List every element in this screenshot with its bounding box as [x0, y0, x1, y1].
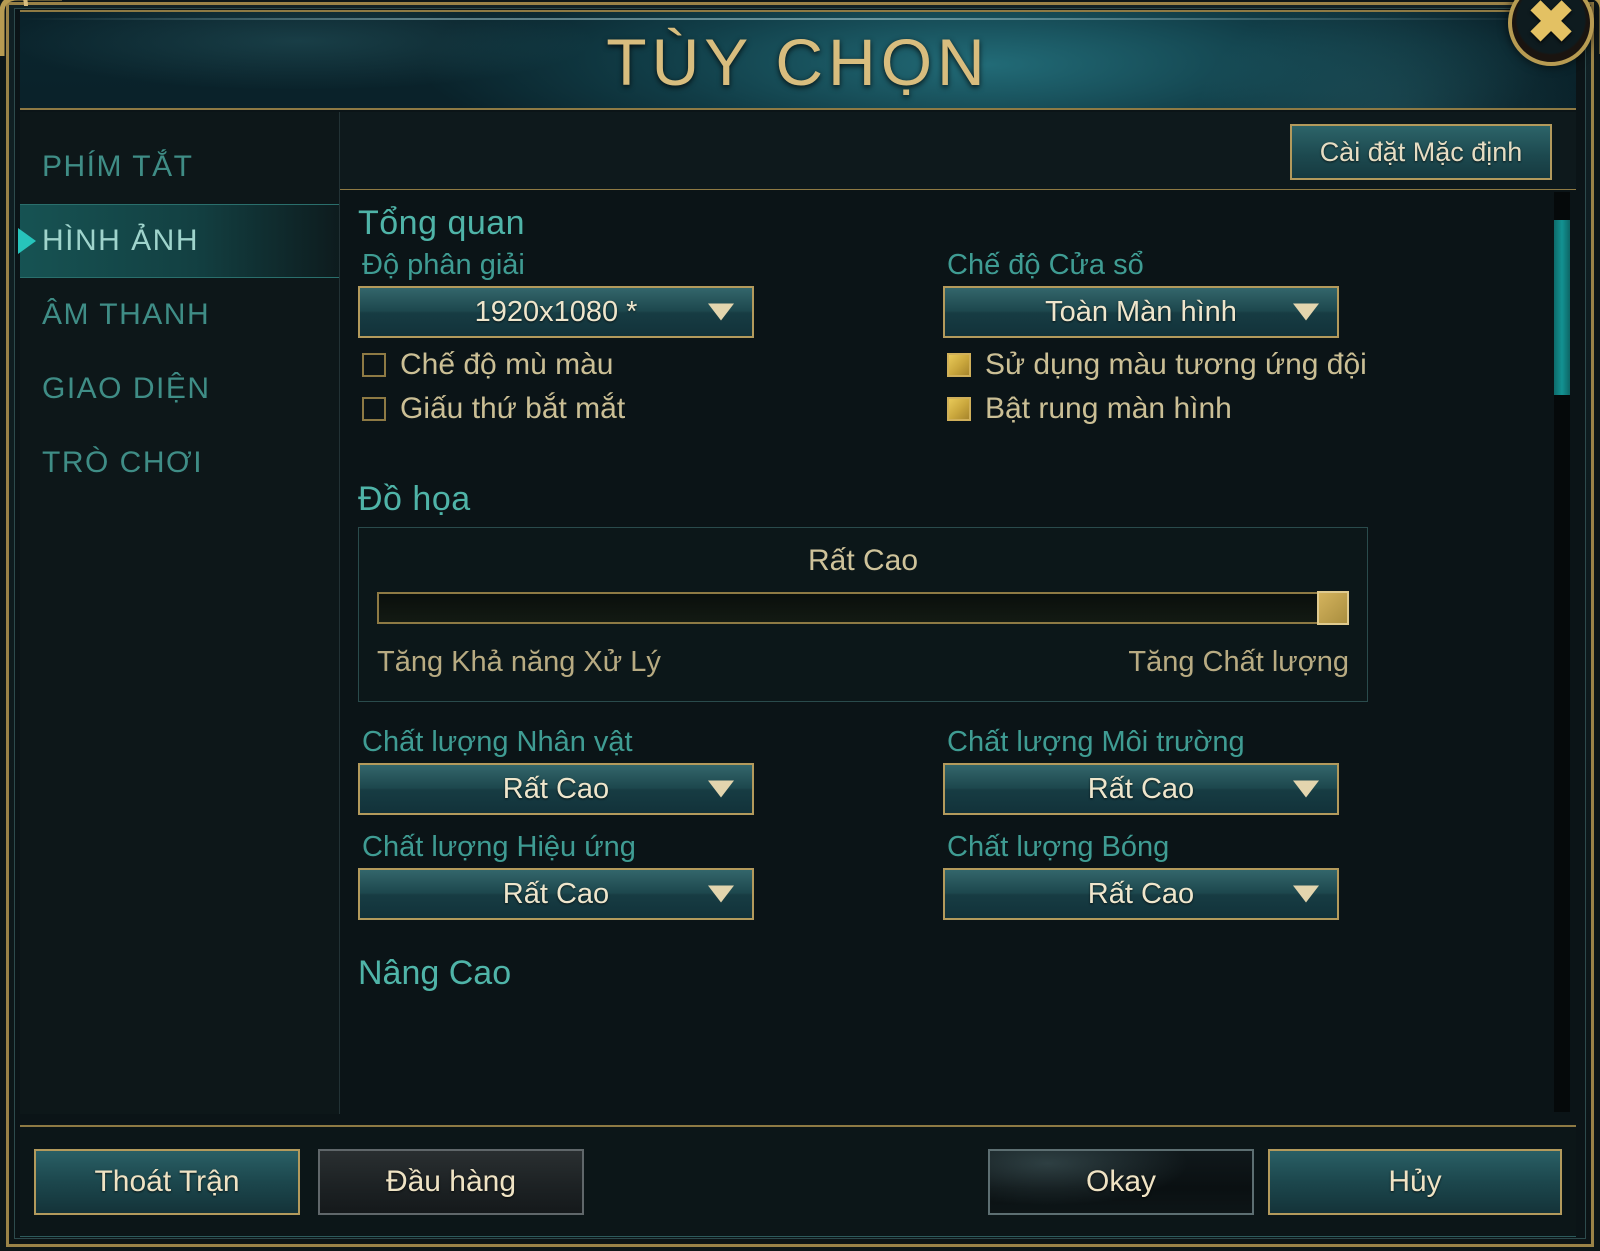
sidebar: PHÍM TẮT HÌNH ẢNH ÂM THANH GIAO DIỆN TRÒ… [18, 112, 340, 1114]
resolution-dropdown[interactable]: 1920x1080 * [358, 286, 754, 338]
quality-dropdown-grid: Chất lượng Nhân vật Rất Cao Chất lượng M… [358, 724, 1530, 920]
cancel-button[interactable]: Hủy [1268, 1149, 1562, 1215]
effects-quality-label: Chất lượng Hiệu ứng [362, 831, 636, 863]
sidebar-item-video[interactable]: HÌNH ẢNH [18, 204, 339, 278]
scrollbar-thumb[interactable] [1554, 220, 1570, 395]
selection-arrow-icon [18, 228, 36, 254]
sidebar-item-label: GIAO DIỆN [42, 372, 211, 405]
character-quality-dropdown[interactable]: Rất Cao [358, 763, 754, 815]
checkbox-indicator [362, 397, 386, 421]
window-mode-dropdown[interactable]: Toàn Màn hình [943, 286, 1339, 338]
close-icon: ✖ [1526, 0, 1576, 55]
quality-cell-effects: Chất lượng Hiệu ứng Rất Cao [358, 829, 943, 920]
sidebar-item-audio[interactable]: ÂM THANH [20, 278, 339, 352]
sidebar-item-hotkeys[interactable]: PHÍM TẮT [20, 130, 339, 204]
settings-scroll-region: Tổng quan Độ phân giải 1920x1080 * Chế đ… [340, 190, 1576, 1114]
okay-button[interactable]: Okay [988, 1149, 1254, 1215]
checkbox-label: Giấu thứ bắt mắt [400, 392, 626, 425]
slider-endpoint-labels: Tăng Khả năng Xử Lý Tăng Chất lượng [377, 646, 1349, 679]
resolution-label: Độ phân giải [362, 249, 525, 281]
window-mode-value: Toàn Màn hình [1045, 295, 1237, 328]
checkbox-label: Bật rung màn hình [985, 392, 1232, 425]
checkbox-indicator [947, 397, 971, 421]
page-title: TÙY CHỌN [606, 25, 990, 99]
checkbox-screen-shake[interactable]: Bật rung màn hình [943, 392, 1523, 426]
quality-cell-character: Chất lượng Nhân vật Rất Cao [358, 724, 943, 815]
slider-handle[interactable] [1317, 591, 1349, 625]
exit-match-button[interactable]: Thoát Trận [34, 1149, 300, 1215]
content-header: Cài đặt Mặc định [340, 112, 1576, 190]
character-quality-value: Rất Cao [502, 772, 610, 805]
chevron-down-icon [708, 885, 734, 903]
options-window: TÙY CHỌN ✖ PHÍM TẮT HÌNH ẢNH ÂM THANH GI… [0, 0, 1600, 1251]
resolution-value: 1920x1080 * [474, 295, 638, 328]
graphics-slider-value: Rất Cao [807, 544, 919, 577]
title-banner: TÙY CHỌN [20, 10, 1576, 110]
section-title-advanced: Nâng Cao [358, 954, 512, 992]
surrender-button[interactable]: Đầu hàng [318, 1149, 584, 1215]
options-body: PHÍM TẮT HÌNH ẢNH ÂM THANH GIAO DIỆN TRÒ… [18, 112, 1576, 1114]
overview-column-left: Độ phân giải 1920x1080 * Chế độ mù màu G… [358, 247, 938, 426]
character-quality-label: Chất lượng Nhân vật [362, 726, 633, 758]
slider-label-performance: Tăng Khả năng Xử Lý [377, 646, 661, 678]
checkbox-label: Sử dụng màu tương ứng đội [985, 348, 1367, 381]
graphics-quality-panel: Rất Cao Tăng Khả năng Xử Lý Tăng Chất lư… [358, 527, 1368, 702]
environment-quality-value: Rất Cao [1087, 772, 1195, 805]
checkbox-colorblind-mode[interactable]: Chế độ mù màu [358, 348, 938, 382]
sidebar-item-gameplay[interactable]: TRÒ CHƠI [20, 426, 339, 500]
sidebar-item-interface[interactable]: GIAO DIỆN [20, 352, 339, 426]
window-mode-label: Chế độ Cửa sổ [947, 249, 1144, 281]
environment-quality-label: Chất lượng Môi trường [947, 726, 1245, 758]
sidebar-item-label: HÌNH ẢNH [42, 224, 200, 257]
checkbox-hide-eye-candy[interactable]: Giấu thứ bắt mắt [358, 392, 938, 426]
checkbox-indicator [947, 353, 971, 377]
overview-column-right: Chế độ Cửa sổ Toàn Màn hình Sử dụng màu … [943, 247, 1523, 426]
checkbox-indicator [362, 353, 386, 377]
shadow-quality-dropdown[interactable]: Rất Cao [943, 868, 1339, 920]
environment-quality-dropdown[interactable]: Rất Cao [943, 763, 1339, 815]
quality-row-2: Chất lượng Hiệu ứng Rất Cao Chất lượng B… [358, 829, 1530, 920]
content-panel: Cài đặt Mặc định Tổng quan Độ phân giải … [340, 112, 1576, 1114]
footer-bar: Thoát Trận Đầu hàng Okay Hủy [20, 1125, 1576, 1237]
default-settings-button[interactable]: Cài đặt Mặc định [1290, 124, 1552, 180]
chevron-down-icon [1293, 780, 1319, 798]
quality-cell-shadow: Chất lượng Bóng Rất Cao [943, 829, 1528, 920]
effects-quality-value: Rất Cao [502, 877, 610, 910]
quality-cell-environment: Chất lượng Môi trường Rất Cao [943, 724, 1528, 815]
scrollbar-track[interactable] [1554, 192, 1570, 1112]
section-title-overview: Tổng quan [358, 204, 526, 242]
shadow-quality-value: Rất Cao [1087, 877, 1195, 910]
shadow-quality-label: Chất lượng Bóng [947, 831, 1170, 863]
sidebar-item-label: TRÒ CHƠI [42, 446, 204, 479]
chevron-down-icon [1293, 303, 1319, 321]
section-title-graphics: Đồ họa [358, 480, 471, 518]
quality-row-1: Chất lượng Nhân vật Rất Cao Chất lượng M… [358, 724, 1530, 815]
sidebar-item-label: PHÍM TẮT [42, 150, 194, 183]
overview-columns: Độ phân giải 1920x1080 * Chế độ mù màu G… [358, 247, 1530, 426]
graphics-quality-slider[interactable] [377, 591, 1349, 625]
chevron-down-icon [1293, 885, 1319, 903]
chevron-down-icon [708, 780, 734, 798]
checkbox-label: Chế độ mù màu [400, 348, 614, 381]
chevron-down-icon [708, 303, 734, 321]
slider-label-quality: Tăng Chất lượng [1128, 646, 1349, 678]
checkbox-team-colors[interactable]: Sử dụng màu tương ứng đội [943, 348, 1523, 382]
sidebar-item-label: ÂM THANH [42, 298, 211, 331]
effects-quality-dropdown[interactable]: Rất Cao [358, 868, 754, 920]
